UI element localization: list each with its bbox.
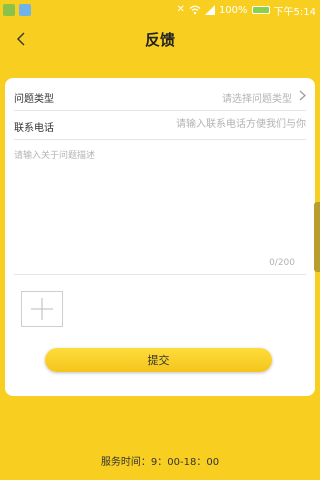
issue-type-placeholder: 请选择问题类型 — [222, 94, 292, 105]
wifi-icon — [189, 5, 201, 15]
side-scroll-handle[interactable] — [314, 202, 320, 272]
add-image-button[interactable] — [21, 291, 63, 327]
service-hours: 服务时间：9：00-18：00 — [100, 457, 220, 468]
plus-icon — [31, 298, 53, 320]
issue-type-label: 问题类型 — [14, 94, 54, 105]
issue-type-row[interactable]: 问题类型 请选择问题类型 — [14, 82, 306, 111]
feedback-card: 问题类型 请选择问题类型 联系电话 0/200 提交 — [5, 78, 315, 396]
app-notification-icon — [3, 4, 15, 16]
feedback-screen: ✕ 100% 下午5:14 反馈 问题类型 请选择问题类型 联系电话 请输入联系… — [0, 0, 320, 480]
page-title: 反馈 — [144, 31, 175, 49]
status-bar: ✕ 100% 下午5:14 — [0, 0, 320, 20]
contact-phone-input[interactable] — [146, 115, 306, 133]
signal-icon — [204, 5, 215, 15]
chevron-right-icon — [299, 90, 306, 101]
char-counter: 0/200 — [269, 258, 295, 268]
mute-icon: ✕ — [176, 4, 185, 15]
description-input[interactable] — [14, 148, 306, 268]
nav-bar: 反馈 — [0, 22, 320, 56]
status-time: 下午5:14 — [273, 6, 316, 18]
battery-percent: 100% — [218, 4, 248, 16]
contact-phone-label: 联系电话 — [14, 123, 54, 134]
app-notification-icon — [19, 4, 31, 16]
contact-phone-row: 联系电话 — [14, 111, 306, 140]
submit-button[interactable]: 提交 — [45, 348, 272, 372]
battery-icon — [251, 6, 270, 14]
status-bar-right: ✕ 100% 下午5:14 — [176, 3, 316, 18]
divider — [14, 274, 306, 275]
